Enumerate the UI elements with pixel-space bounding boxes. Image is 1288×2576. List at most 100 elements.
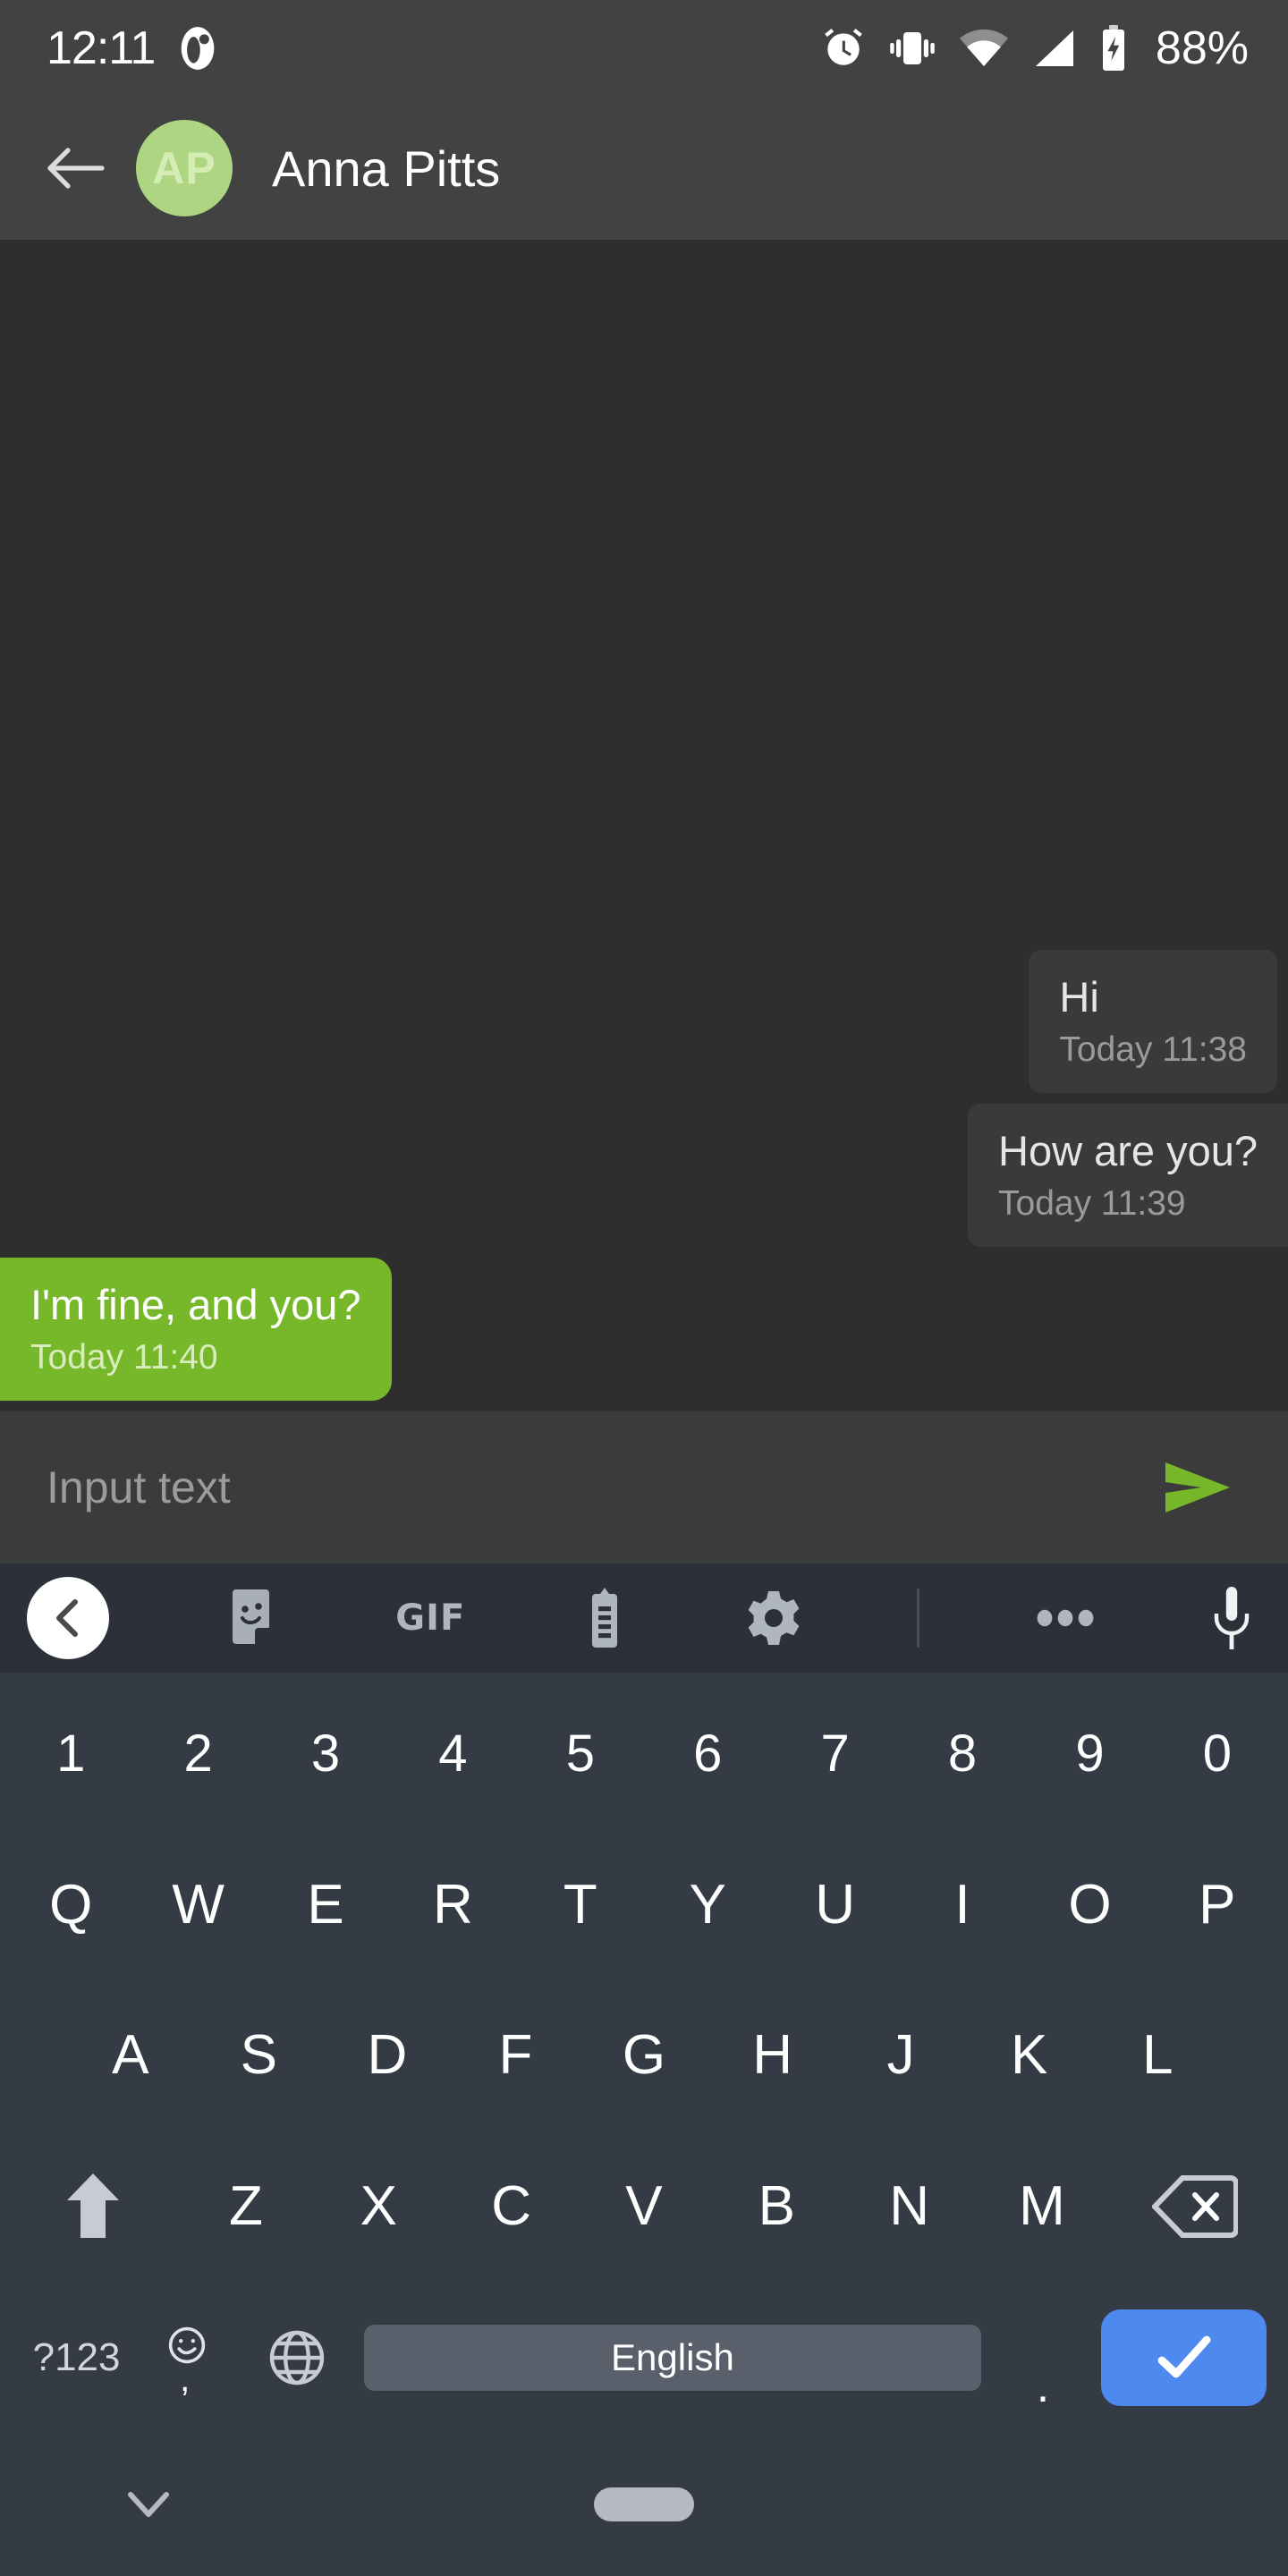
chat-thread: Hi Today 11:38 How are you? Today 11:39 …: [0, 240, 1288, 1411]
spacebar-key[interactable]: English: [364, 2324, 981, 2391]
send-button[interactable]: [1148, 1459, 1247, 1516]
key-u[interactable]: U: [771, 1829, 898, 1980]
notification-dot-icon: [178, 25, 217, 72]
emoji-comma-key[interactable]: ,: [131, 2282, 242, 2433]
key-q[interactable]: Q: [7, 1829, 134, 1980]
microphone-icon: [1214, 1587, 1250, 1649]
message-bubble-incoming[interactable]: How are you? Today 11:39: [968, 1103, 1288, 1247]
key-r[interactable]: R: [389, 1829, 516, 1980]
message-input[interactable]: Input text: [47, 1462, 1148, 1513]
send-icon: [1165, 1462, 1230, 1513]
status-bar: 12:11 88%: [0, 0, 1288, 97]
key-v[interactable]: V: [578, 2131, 710, 2282]
key-g[interactable]: G: [580, 1980, 708, 2131]
key-8[interactable]: 8: [899, 1678, 1026, 1829]
status-bar-icons: 88%: [821, 21, 1249, 75]
home-gesture-pill[interactable]: [594, 2487, 694, 2521]
key-7[interactable]: 7: [771, 1678, 898, 1829]
sticker-icon: [233, 1589, 270, 1644]
back-button[interactable]: [36, 128, 116, 208]
emoji-comma-stack: ,: [167, 2326, 207, 2397]
message-text: I'm fine, and you?: [30, 1280, 361, 1328]
key-m[interactable]: M: [976, 2131, 1108, 2282]
backspace-key[interactable]: [1108, 2131, 1281, 2282]
battery-charging-icon: [1100, 25, 1127, 72]
message-input-bar: Input text: [0, 1411, 1288, 1563]
message-bubble-incoming[interactable]: Hi Today 11:38: [1029, 949, 1277, 1093]
keyboard-toolbar: GIF: [0, 1563, 1288, 1673]
key-1[interactable]: 1: [7, 1678, 134, 1829]
chevron-down-icon: [128, 2492, 169, 2517]
key-c[interactable]: C: [445, 2131, 577, 2282]
voice-input-button[interactable]: [1211, 1585, 1252, 1651]
key-j[interactable]: J: [836, 1980, 965, 2131]
language-switch-key[interactable]: [242, 2282, 352, 2433]
key-0[interactable]: 0: [1154, 1678, 1281, 1829]
key-b[interactable]: B: [710, 2131, 843, 2282]
key-d[interactable]: D: [323, 1980, 452, 2131]
vibrate-icon: [889, 28, 936, 69]
spacebar-language-label: English: [611, 2335, 734, 2378]
period-key[interactable]: .: [994, 2282, 1093, 2433]
globe-icon: [269, 2330, 324, 2385]
key-i[interactable]: I: [899, 1829, 1026, 1980]
key-9[interactable]: 9: [1026, 1678, 1153, 1829]
avatar-initials: AP: [152, 143, 216, 193]
keyboard-row-qwerty: Q W E R T Y U I O P: [0, 1829, 1288, 1980]
avatar[interactable]: AP: [136, 120, 233, 216]
key-3[interactable]: 3: [262, 1678, 389, 1829]
key-h[interactable]: H: [708, 1980, 837, 2131]
symbols-key[interactable]: ?123: [21, 2282, 131, 2433]
key-p[interactable]: P: [1154, 1829, 1281, 1980]
status-bar-clock: 12:11: [47, 22, 156, 74]
battery-percent-label: 88%: [1155, 22, 1249, 74]
key-w[interactable]: W: [134, 1829, 261, 1980]
enter-key[interactable]: [1101, 2309, 1267, 2406]
key-5[interactable]: 5: [517, 1678, 644, 1829]
message-row: I'm fine, and you? Today 11:40: [0, 1257, 1288, 1401]
key-y[interactable]: Y: [644, 1829, 771, 1980]
clipboard-icon: [592, 1588, 618, 1648]
keyboard-row-asdf: A S D F G H J K L: [0, 1980, 1288, 2131]
key-f[interactable]: F: [452, 1980, 580, 2131]
message-text: How are you?: [998, 1126, 1258, 1174]
shift-key[interactable]: [7, 2131, 180, 2282]
gif-button[interactable]: GIF: [395, 1597, 465, 1639]
message-row: How are you? Today 11:39: [0, 1103, 1288, 1247]
keyboard-settings-button[interactable]: [745, 1589, 802, 1647]
message-timestamp: Today 11:40: [30, 1338, 218, 1377]
on-screen-keyboard: 1 2 3 4 5 6 7 8 9 0 Q W E R T Y U I O P …: [0, 1673, 1288, 2433]
clipboard-button[interactable]: [580, 1587, 630, 1649]
key-k[interactable]: K: [965, 1980, 1094, 2131]
chevron-left-icon: [56, 1599, 78, 1637]
key-e[interactable]: E: [262, 1829, 389, 1980]
key-t[interactable]: T: [517, 1829, 644, 1980]
message-bubble-outgoing[interactable]: I'm fine, and you? Today 11:40: [0, 1257, 392, 1401]
message-timestamp: Today 11:39: [998, 1183, 1186, 1223]
alarm-icon: [821, 26, 866, 71]
backspace-icon: [1151, 2174, 1238, 2238]
keyboard-row-zxcv: Z X C V B N M: [0, 2131, 1288, 2282]
key-6[interactable]: 6: [644, 1678, 771, 1829]
key-2[interactable]: 2: [134, 1678, 261, 1829]
wifi-icon: [959, 28, 1009, 69]
hide-keyboard-button[interactable]: [125, 2489, 172, 2520]
more-horizontal-icon: [1037, 1609, 1094, 1627]
keyboard-row-function: ?123 , English .: [0, 2282, 1288, 2433]
contact-name[interactable]: Anna Pitts: [272, 140, 500, 198]
key-l[interactable]: L: [1094, 1980, 1223, 2131]
key-4[interactable]: 4: [389, 1678, 516, 1829]
key-o[interactable]: O: [1026, 1829, 1153, 1980]
cellular-signal-icon: [1032, 28, 1077, 69]
sticker-button[interactable]: [224, 1588, 281, 1648]
toolbar-collapse-button[interactable]: [27, 1577, 109, 1659]
navigation-bar: [0, 2433, 1288, 2576]
message-timestamp: Today 11:38: [1059, 1030, 1247, 1069]
key-x[interactable]: X: [312, 2131, 445, 2282]
message-row: Hi Today 11:38: [0, 949, 1288, 1093]
key-n[interactable]: N: [843, 2131, 975, 2282]
key-s[interactable]: S: [195, 1980, 324, 2131]
more-options-button[interactable]: [1034, 1606, 1097, 1631]
key-z[interactable]: Z: [180, 2131, 312, 2282]
key-a[interactable]: A: [66, 1980, 195, 2131]
